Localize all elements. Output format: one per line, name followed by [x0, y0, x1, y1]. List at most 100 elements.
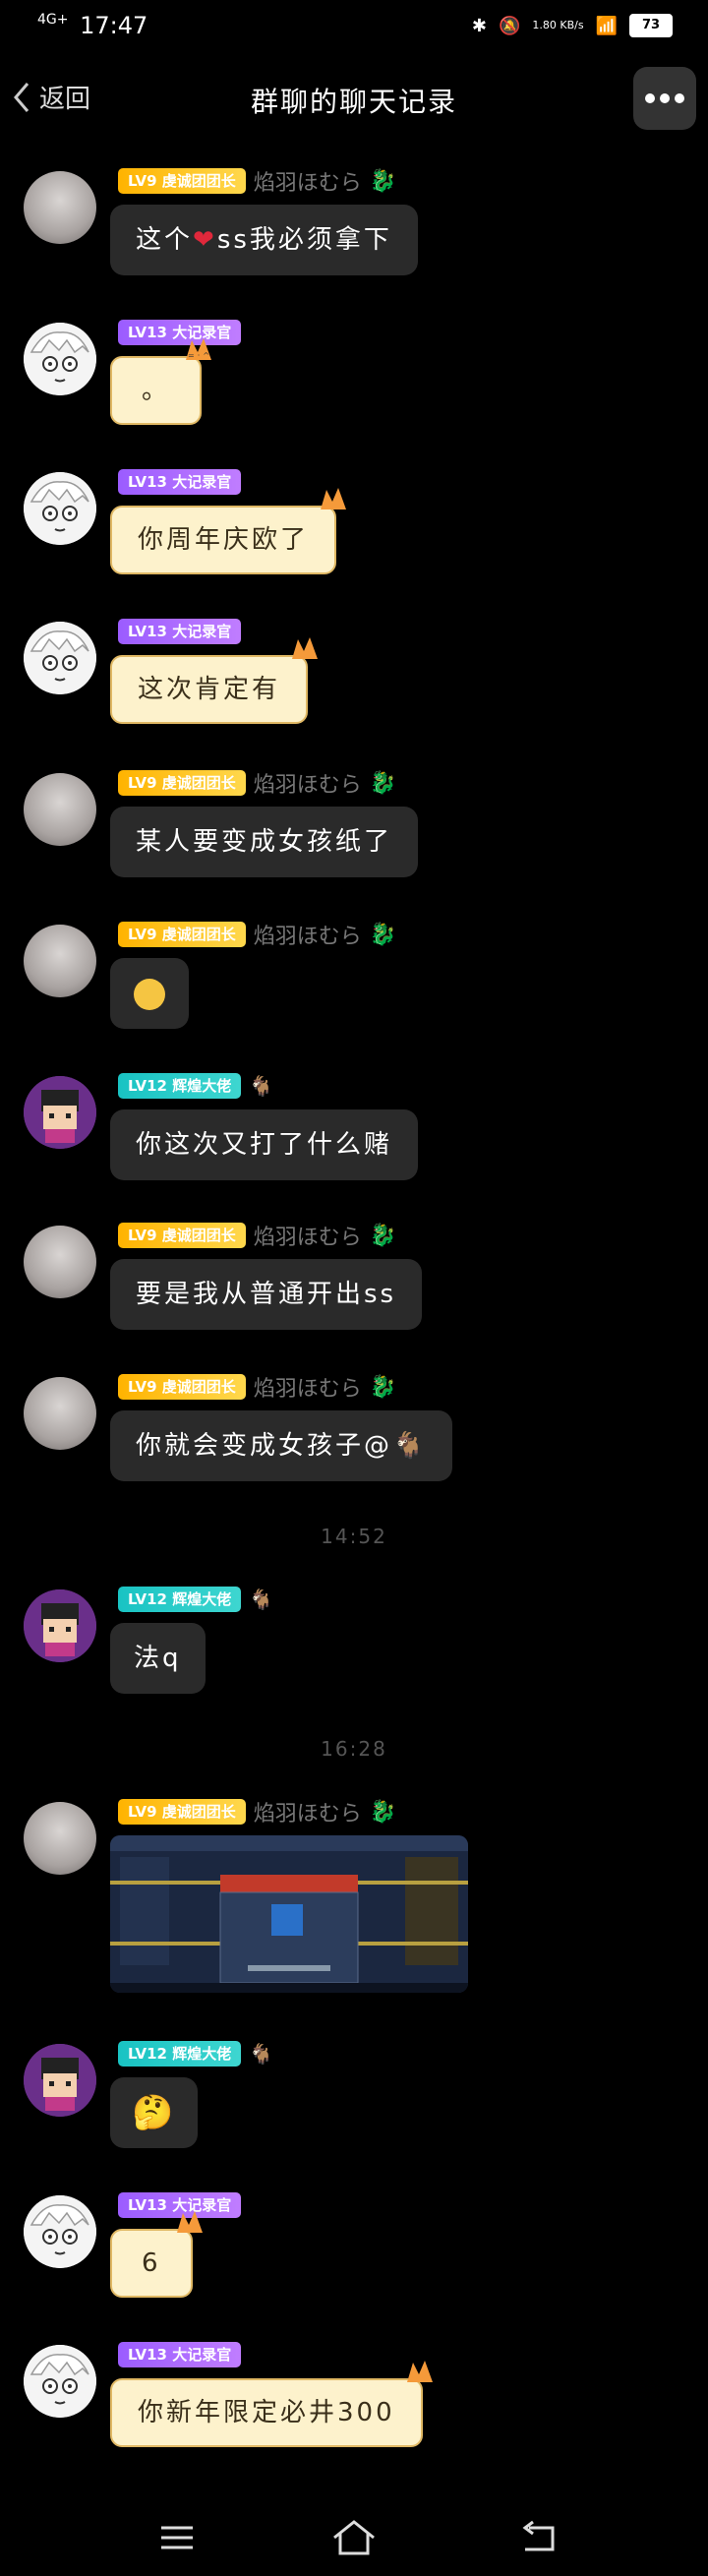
- dragon-icon: 🐉: [369, 168, 397, 194]
- speed-indicator: 1.80 KB/s: [532, 19, 584, 31]
- message-bubble[interactable]: 这个❤ss我必须拿下: [110, 205, 418, 275]
- status-right: ✱ 🔕 1.80 KB/s 📶 73: [472, 14, 673, 37]
- avatar[interactable]: [24, 622, 96, 694]
- game-screenshot-image: [110, 1835, 468, 1993]
- avatar[interactable]: [24, 1076, 96, 1149]
- message-bubble[interactable]: 你这次又打了什么赌: [110, 1109, 419, 1180]
- dragon-icon: 🐉: [369, 1799, 397, 1825]
- level-badge: LV9 虔诚团团长: [118, 1799, 246, 1825]
- more-button[interactable]: [633, 67, 696, 130]
- nickname: 焰羽ほむら: [253, 925, 362, 949]
- avatar[interactable]: [24, 323, 96, 395]
- avatar[interactable]: [24, 773, 96, 846]
- svg-text:=·^: =·^: [188, 351, 212, 360]
- level-badge: LV13 大记录官: [118, 320, 242, 345]
- message-meta: LV13 大记录官: [118, 618, 242, 645]
- nickname: 焰羽ほむら: [253, 773, 362, 798]
- message-text: 。: [142, 376, 171, 405]
- more-dot: [660, 93, 670, 103]
- face-avatar-icon: [24, 2195, 96, 2268]
- face-avatar-icon: [24, 2345, 96, 2418]
- message-bubble[interactable]: 要是我从普通开出ss: [110, 1259, 423, 1330]
- message-meta: LV13 大记录官: [118, 468, 242, 496]
- message-bubble[interactable]: 你周年庆欧了: [110, 488, 347, 574]
- cat-ear-icon: [406, 2361, 433, 2382]
- avatar[interactable]: [24, 1589, 96, 1662]
- face-avatar-icon: [24, 622, 96, 694]
- message-text: ss我必须拿下: [216, 225, 392, 255]
- message-text: 要是我从普通开出ss: [136, 1280, 397, 1309]
- return-icon: [522, 2520, 555, 2551]
- level-badge: LV13 大记录官: [118, 2342, 242, 2367]
- message-bubble[interactable]: 6: [110, 2211, 203, 2298]
- mute-icon: 🔕: [498, 15, 521, 36]
- system-nav-bar: [0, 2498, 708, 2576]
- return-button[interactable]: [509, 2514, 568, 2561]
- dragon-icon: 🐉: [369, 1374, 397, 1400]
- pixel-character-avatar-icon: [24, 1076, 96, 1149]
- goat-icon: 🐐: [249, 2042, 274, 2066]
- message-bubble[interactable]: 你就会变成女孩子@🐐: [110, 1410, 453, 1481]
- home-button[interactable]: [324, 2514, 384, 2561]
- message-meta: LV12 辉煌大佬 🐐: [118, 1586, 273, 1613]
- avatar[interactable]: [24, 1226, 96, 1298]
- nickname: 焰羽ほむら: [253, 1802, 362, 1827]
- menu-button[interactable]: [148, 2514, 206, 2561]
- message-text: 你新年限定必井300: [138, 2398, 395, 2427]
- avatar[interactable]: [24, 1802, 96, 1875]
- cat-ear-icon: =·^: [186, 338, 212, 360]
- timestamp: 14:52: [321, 1525, 387, 1548]
- menu-icon: [161, 2526, 193, 2549]
- avatar[interactable]: [24, 171, 96, 244]
- message-text: 某人要变成女孩纸了: [136, 827, 393, 857]
- avatar[interactable]: [24, 472, 96, 545]
- level-badge: LV9 虔诚团团长: [118, 1223, 246, 1248]
- level-badge: LV9 虔诚团团长: [118, 1374, 246, 1400]
- more-dot: [675, 93, 684, 103]
- message-text: 这次肯定有: [138, 675, 281, 704]
- avatar[interactable]: [24, 2345, 96, 2418]
- status-time: 17:47: [80, 12, 148, 39]
- level-badge: LV12 辉煌大佬: [118, 1073, 242, 1099]
- level-badge: LV9 虔诚团团长: [118, 922, 246, 947]
- dragon-icon: 🐉: [369, 922, 397, 947]
- message-meta: LV9 虔诚团团长 焰羽ほむら 🐉: [118, 1798, 397, 1827]
- avatar[interactable]: [24, 1377, 96, 1450]
- message-meta: LV9 虔诚团团长 焰羽ほむら 🐉: [118, 921, 397, 949]
- message-bubble[interactable]: 这次肯定有: [110, 637, 319, 724]
- pixel-character-avatar-icon: [24, 2044, 96, 2117]
- message-text: 法q: [134, 1644, 182, 1673]
- face-avatar-icon: [24, 472, 96, 545]
- face-avatar-icon: [24, 323, 96, 395]
- level-badge: LV13 大记录官: [118, 619, 242, 644]
- message-bubble[interactable]: 法q: [110, 1623, 206, 1694]
- message-meta: LV12 辉煌大佬 🐐: [118, 2040, 273, 2067]
- battery-icon: 73: [629, 14, 673, 37]
- avatar[interactable]: [24, 2044, 96, 2117]
- avatar[interactable]: [24, 2195, 96, 2268]
- more-dots-icon: [645, 93, 655, 103]
- network-indicator: 4G+: [37, 12, 69, 28]
- message-meta: LV9 虔诚团团长 焰羽ほむら 🐉: [118, 1373, 397, 1402]
- nickname: 焰羽ほむら: [253, 1377, 362, 1402]
- avatar[interactable]: [24, 925, 96, 997]
- image-message[interactable]: [110, 1835, 468, 1993]
- message-bubble[interactable]: 你新年限定必井300: [110, 2361, 433, 2447]
- goat-icon: 🐐: [249, 1588, 274, 1611]
- level-badge: LV12 辉煌大佬: [118, 1587, 242, 1612]
- nickname: 焰羽ほむら: [253, 171, 362, 196]
- level-badge: LV12 辉煌大佬: [118, 2041, 242, 2067]
- message-meta: LV13 大记录官: [118, 2341, 242, 2368]
- cat-ear-icon: [321, 488, 347, 509]
- message-meta: LV13 大记录官: [118, 319, 242, 346]
- level-badge: LV9 虔诚团团长: [118, 770, 246, 796]
- thinking-emoji-icon: 🤔: [132, 2093, 177, 2132]
- message-bubble[interactable]: [110, 958, 189, 1029]
- wifi-icon: 📶: [595, 15, 618, 36]
- message-meta: LV9 虔诚团团长 焰羽ほむら 🐉: [118, 769, 396, 798]
- message-bubble[interactable]: 。 =·^: [110, 338, 212, 425]
- message-meta: LV9 虔诚团团长 焰羽ほむら 🐉: [118, 1222, 396, 1250]
- message-bubble[interactable]: 🤔: [110, 2077, 199, 2148]
- goat-icon: 🐐: [249, 1074, 274, 1098]
- message-bubble[interactable]: 某人要变成女孩纸了: [110, 807, 419, 877]
